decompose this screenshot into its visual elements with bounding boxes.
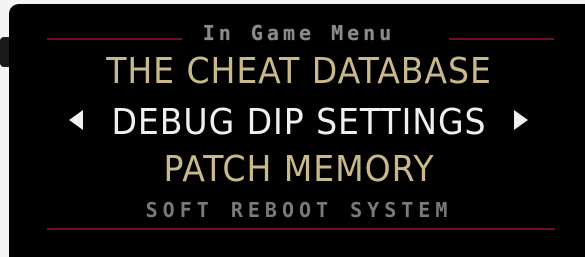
- bottom-divider: [47, 228, 555, 230]
- in-game-menu-panel: In Game Menu THE CHEAT DATABASE DEBUG DI…: [9, 4, 585, 257]
- menu-item-soft-reboot-system[interactable]: SOFT REBOOT SYSTEM: [9, 198, 585, 222]
- menu-item-cheat-database[interactable]: THE CHEAT DATABASE: [32, 51, 566, 92]
- screen-bezel-notch: [0, 37, 9, 67]
- menu-title: In Game Menu: [202, 21, 396, 45]
- menu-item-patch-memory[interactable]: PATCH MEMORY: [32, 149, 566, 190]
- triangle-right-icon[interactable]: [514, 110, 528, 130]
- menu-title-row: In Game Menu: [9, 18, 585, 48]
- menu-item-debug-dip-settings[interactable]: DEBUG DIP SETTINGS: [32, 102, 566, 143]
